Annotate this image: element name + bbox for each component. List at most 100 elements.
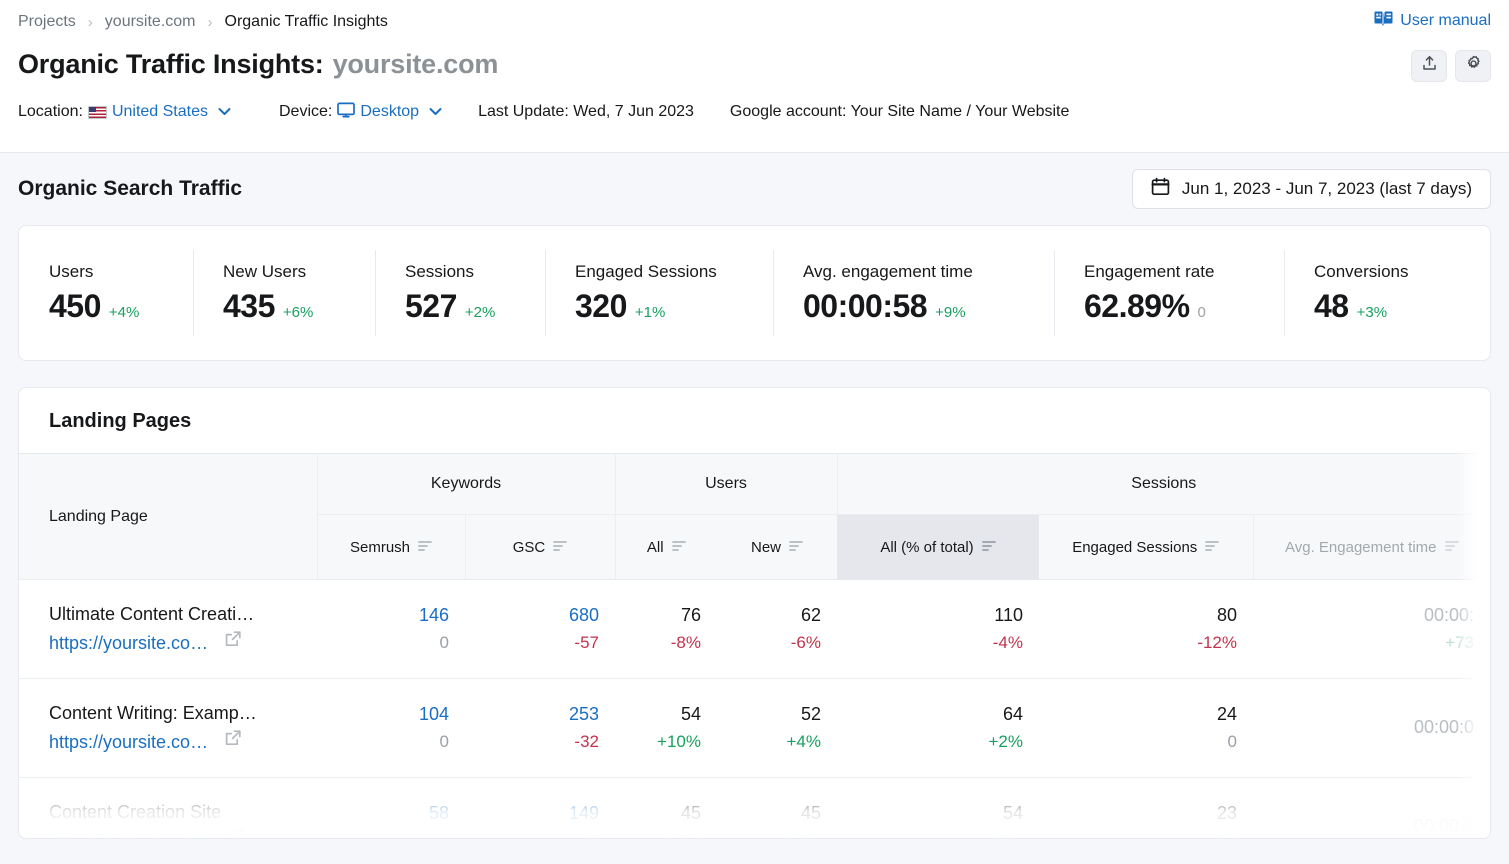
- page-root: Projects › yoursite.com › Organic Traffi…: [0, 0, 1509, 864]
- google-account-text: Google account: Your Site Name / Your We…: [730, 103, 1069, 121]
- table-row[interactable]: Ultimate Content Creati… https://yoursit…: [19, 580, 1490, 679]
- user-manual-link[interactable]: User manual: [1374, 10, 1491, 32]
- col-avg-engagement-time[interactable]: Avg. Engagement time: [1253, 515, 1490, 580]
- cell-value: 54: [1003, 800, 1023, 828]
- cell-sessions-all: 110 -4%: [837, 580, 1039, 679]
- col-sessions-all[interactable]: All (% of total): [837, 515, 1039, 580]
- external-link-icon[interactable]: [224, 630, 242, 657]
- cell-value: 24: [1217, 701, 1237, 729]
- cell-sessions-engaged: 80 -12%: [1039, 580, 1253, 679]
- cell-semrush: 146 0: [317, 580, 465, 679]
- row-page-title: Content Creation Site: [49, 798, 307, 827]
- cell-value: 62: [801, 602, 821, 630]
- cell-sessions-all: 54 +12%: [837, 778, 1039, 840]
- row-page-url[interactable]: https://yoursite.com/: [49, 827, 210, 839]
- table-row[interactable]: Content Writing: Examp… https://yoursite…: [19, 679, 1490, 778]
- col-semrush-label: Semrush: [350, 539, 410, 556]
- cell-delta: +3%: [1203, 828, 1238, 839]
- cell-value: 45: [801, 800, 821, 828]
- cell-delta: -15: [574, 828, 599, 839]
- section-title: Organic Search Traffic: [18, 177, 242, 201]
- organic-search-traffic-header: Organic Search Traffic Jun 1, 2023 - Jun…: [0, 153, 1509, 225]
- metric-value: 435: [223, 288, 275, 325]
- metric-value-row: 450 +4%: [49, 288, 193, 325]
- cell-avg-time: 00:00:0: [1253, 679, 1490, 778]
- export-button[interactable]: [1411, 50, 1447, 82]
- sort-icon[interactable]: [982, 539, 996, 556]
- table-row[interactable]: Content Creation Site https://yoursite.c…: [19, 778, 1490, 840]
- cell-value: 80: [1217, 602, 1237, 630]
- row-page-url[interactable]: https://yoursite.co…: [49, 629, 208, 658]
- location-value-label: United States: [112, 103, 208, 121]
- cell-value[interactable]: 146: [419, 602, 449, 630]
- metric-users: Users 450 +4%: [19, 250, 193, 336]
- cell-value: 45: [681, 800, 701, 828]
- location-filter[interactable]: Location: United States: [18, 103, 231, 121]
- metric-engagement-rate: Engagement rate 62.89% 0: [1054, 250, 1284, 336]
- settings-button[interactable]: [1455, 50, 1491, 82]
- metric-delta: 0: [1198, 304, 1206, 321]
- metric-value-row: 62.89% 0: [1084, 288, 1284, 325]
- cell-delta: -6%: [791, 630, 821, 656]
- metric-value-row: 527 +2%: [405, 288, 545, 325]
- col-sessions-all-label: All (% of total): [880, 539, 973, 556]
- col-semrush[interactable]: Semrush: [317, 515, 465, 580]
- landing-pages-title: Landing Pages: [19, 388, 1490, 453]
- sort-icon[interactable]: [789, 539, 803, 556]
- cell-delta: +4%: [787, 729, 822, 755]
- metric-label: New Users: [223, 262, 375, 282]
- external-link-icon[interactable]: [224, 729, 242, 756]
- cell-landing-page: Ultimate Content Creati… https://yoursit…: [19, 580, 317, 679]
- col-users-new[interactable]: New: [717, 515, 837, 580]
- cell-users-new: 62 -6%: [717, 580, 837, 679]
- cell-value: 54: [681, 701, 701, 729]
- metric-value: 527: [405, 288, 457, 325]
- cell-value: 00:00:0: [1414, 714, 1474, 742]
- device-filter[interactable]: Device: Desktop: [279, 102, 442, 123]
- col-gsc-label: GSC: [513, 539, 546, 556]
- cell-value[interactable]: 253: [569, 701, 599, 729]
- metric-delta: +9%: [935, 304, 965, 321]
- cell-landing-page: Content Writing: Examp… https://yoursite…: [19, 679, 317, 778]
- sort-icon[interactable]: [418, 539, 432, 556]
- breadcrumb-item-site[interactable]: yoursite.com: [105, 13, 196, 31]
- date-range-picker[interactable]: Jun 1, 2023 - Jun 7, 2023 (last 7 days): [1132, 169, 1491, 209]
- sort-icon[interactable]: [1445, 539, 1459, 556]
- external-link-icon[interactable]: [226, 828, 244, 839]
- metrics-card: Users 450 +4% New Users 435 +6% Sessions…: [18, 225, 1491, 361]
- location-value[interactable]: United States: [88, 103, 231, 121]
- metric-new-users: New Users 435 +6%: [193, 250, 375, 336]
- cell-value: 64: [1003, 701, 1023, 729]
- header-actions: [1411, 50, 1491, 82]
- metric-label: Sessions: [405, 262, 545, 282]
- cell-users-all: 45 +13%: [615, 778, 717, 840]
- metric-value: 62.89%: [1084, 288, 1190, 325]
- col-sessions-engaged[interactable]: Engaged Sessions: [1039, 515, 1253, 580]
- col-gsc[interactable]: GSC: [465, 515, 615, 580]
- breadcrumb-item-current: Organic Traffic Insights: [225, 13, 388, 31]
- device-value[interactable]: Desktop: [337, 102, 442, 123]
- cell-delta: -4%: [993, 630, 1023, 656]
- breadcrumb-item-projects[interactable]: Projects: [18, 13, 76, 31]
- location-label: Location:: [18, 103, 83, 121]
- col-landing-page: Landing Page: [19, 454, 317, 580]
- sort-icon[interactable]: [672, 539, 686, 556]
- cell-sessions-all: 64 +2%: [837, 679, 1039, 778]
- cell-delta: 0: [440, 729, 449, 755]
- landing-pages-table: Landing Page Keywords Users Sessions Sem…: [19, 453, 1490, 839]
- device-label: Device:: [279, 103, 332, 121]
- export-icon: [1421, 55, 1438, 77]
- cell-value[interactable]: 104: [419, 701, 449, 729]
- metric-conversions: Conversions 48 +3%: [1284, 250, 1464, 336]
- col-avg-engagement-time-label: Avg. Engagement time: [1285, 539, 1436, 556]
- cell-value[interactable]: 58: [429, 800, 449, 828]
- metric-label: Avg. engagement time: [803, 262, 1054, 282]
- cell-value[interactable]: 680: [569, 602, 599, 630]
- col-users-all[interactable]: All: [615, 515, 717, 580]
- row-page-url[interactable]: https://yoursite.co…: [49, 728, 208, 757]
- sort-icon[interactable]: [1205, 539, 1219, 556]
- sort-icon[interactable]: [553, 539, 567, 556]
- cell-users-new: 52 +4%: [717, 679, 837, 778]
- cell-value[interactable]: 149: [569, 800, 599, 828]
- metric-value-row: 320 +1%: [575, 288, 773, 325]
